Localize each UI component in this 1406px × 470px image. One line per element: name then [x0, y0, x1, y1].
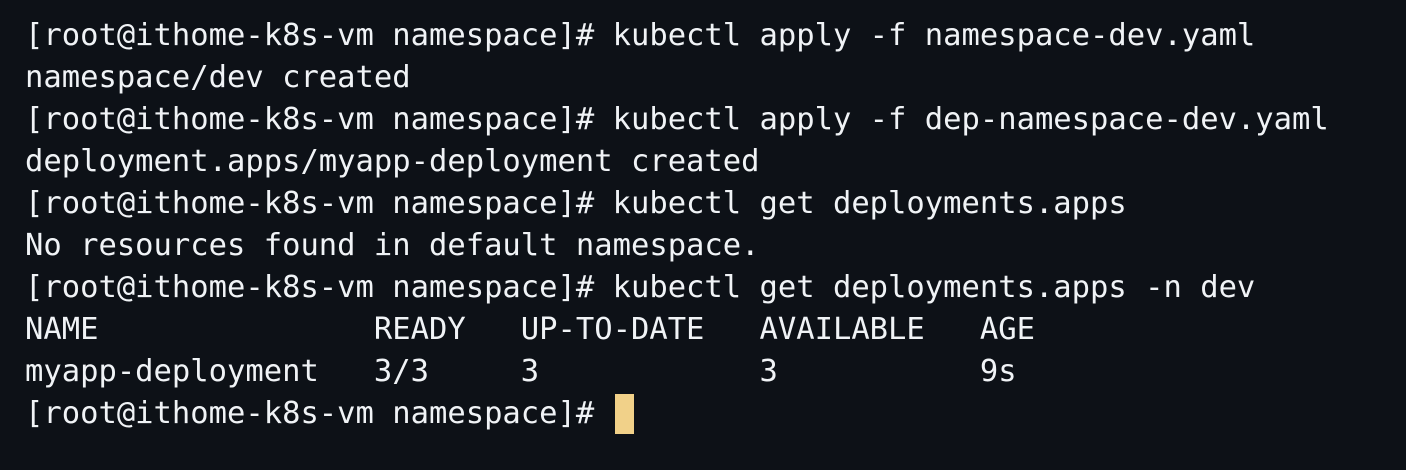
command-text: kubectl get deployments.apps -n dev: [612, 270, 1256, 305]
shell-prompt: [root@ithome-k8s-vm namespace]#: [25, 186, 613, 221]
command-text: kubectl apply -f dep-namespace-dev.yaml: [612, 102, 1329, 137]
table-row: myapp-deployment 3/3 3 3 9s: [25, 351, 1406, 393]
output-text: namespace/dev created: [25, 60, 411, 95]
command-line: [root@ithome-k8s-vm namespace]# kubectl …: [25, 267, 1406, 309]
shell-prompt: [root@ithome-k8s-vm namespace]#: [25, 18, 613, 53]
output-line: deployment.apps/myapp-deployment created: [25, 141, 1406, 183]
command-text: kubectl apply -f namespace-dev.yaml: [612, 18, 1256, 53]
output-text: NAME READY UP-TO-DATE AVAILABLE AGE: [25, 312, 1035, 347]
table-header-row: NAME READY UP-TO-DATE AVAILABLE AGE: [25, 309, 1406, 351]
active-prompt-line[interactable]: [root@ithome-k8s-vm namespace]#: [25, 393, 1406, 435]
shell-prompt: [root@ithome-k8s-vm namespace]#: [25, 102, 613, 137]
command-line: [root@ithome-k8s-vm namespace]# kubectl …: [25, 183, 1406, 225]
output-text: deployment.apps/myapp-deployment created: [25, 144, 760, 179]
shell-prompt: [root@ithome-k8s-vm namespace]#: [25, 270, 613, 305]
output-line: namespace/dev created: [25, 57, 1406, 99]
command-line: [root@ithome-k8s-vm namespace]# kubectl …: [25, 99, 1406, 141]
terminal-window[interactable]: [root@ithome-k8s-vm namespace]# kubectl …: [0, 0, 1406, 470]
output-text: No resources found in default namespace.: [25, 228, 760, 263]
output-line: No resources found in default namespace.: [25, 225, 1406, 267]
text-cursor[interactable]: [614, 394, 634, 434]
command-line: [root@ithome-k8s-vm namespace]# kubectl …: [25, 15, 1406, 57]
shell-prompt: [root@ithome-k8s-vm namespace]#: [25, 396, 613, 431]
command-text: kubectl get deployments.apps: [612, 186, 1127, 221]
output-text: myapp-deployment 3/3 3 3 9s: [25, 354, 1017, 389]
